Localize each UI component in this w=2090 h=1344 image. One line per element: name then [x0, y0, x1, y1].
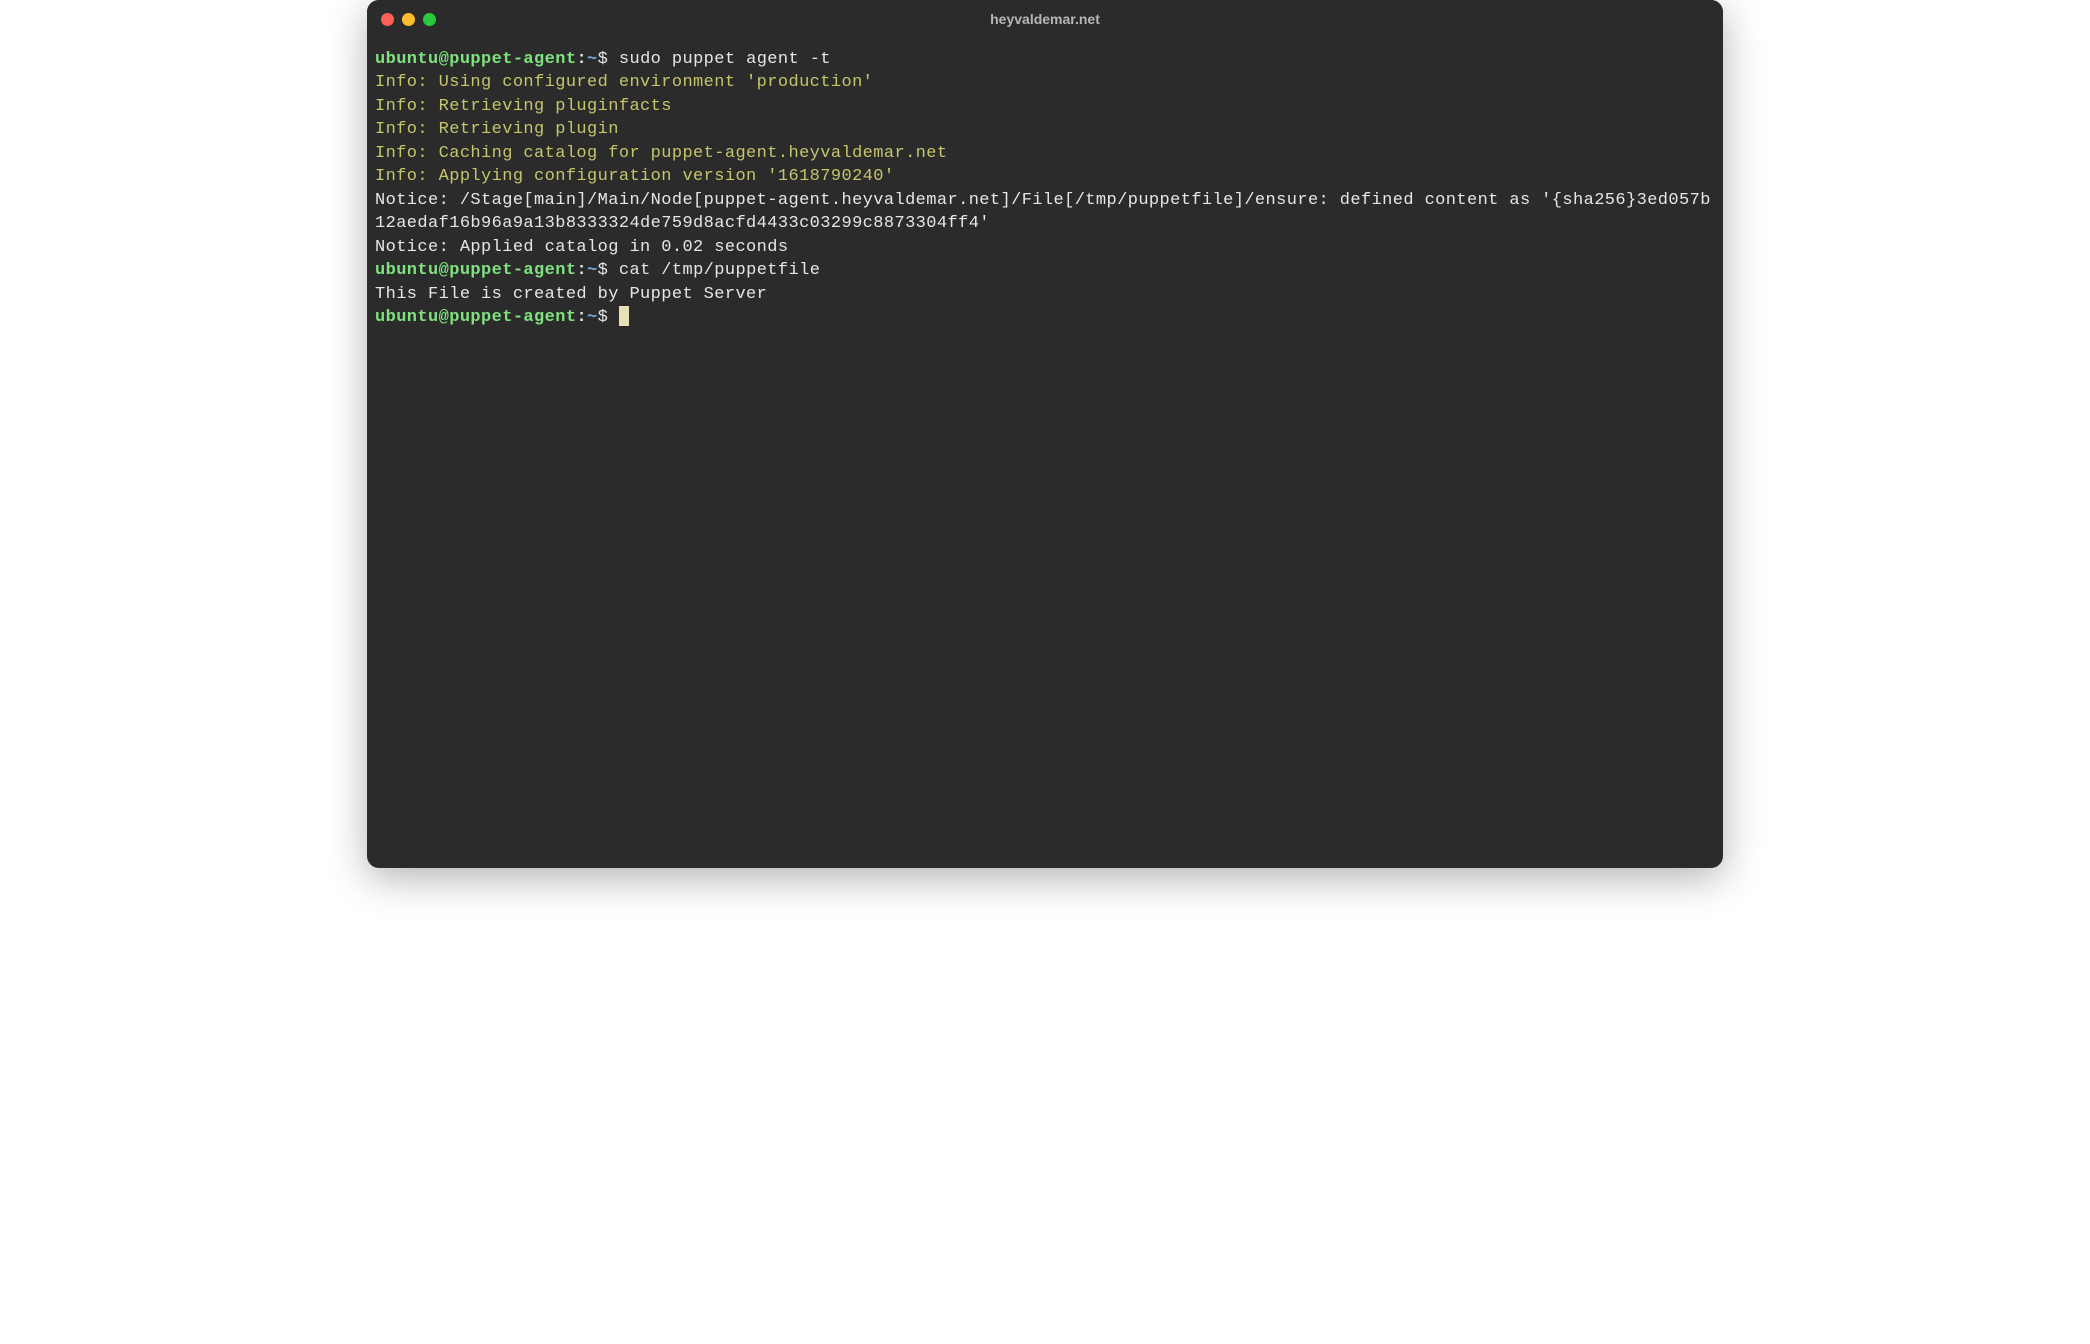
output-line: This File is created by Puppet Server	[375, 285, 767, 304]
notice-line: Notice: /Stage[main]/Main/Node[puppet-ag…	[375, 191, 1711, 233]
info-line: Info: Applying configuration version '16…	[375, 167, 894, 186]
terminal-window: heyvaldemar.net ubuntu@puppet-agent:~$ s…	[367, 0, 1723, 868]
prompt-colon: :	[576, 261, 587, 280]
close-icon[interactable]	[381, 13, 394, 26]
prompt-dollar: $	[598, 50, 609, 69]
prompt-colon: :	[576, 308, 587, 327]
prompt-dollar: $	[598, 308, 609, 327]
info-line: Info: Caching catalog for puppet-agent.h…	[375, 144, 948, 163]
command-text	[608, 308, 619, 327]
prompt-user-host: ubuntu@puppet-agent	[375, 50, 576, 69]
titlebar: heyvaldemar.net	[367, 0, 1723, 38]
prompt-user-host: ubuntu@puppet-agent	[375, 261, 576, 280]
prompt-user-host: ubuntu@puppet-agent	[375, 308, 576, 327]
terminal-line: ubuntu@puppet-agent:~$ sudo puppet agent…	[375, 50, 831, 69]
terminal-line: ubuntu@puppet-agent:~$	[375, 308, 629, 327]
terminal-body[interactable]: ubuntu@puppet-agent:~$ sudo puppet agent…	[367, 38, 1723, 868]
prompt-dollar: $	[598, 261, 609, 280]
minimize-icon[interactable]	[402, 13, 415, 26]
prompt-path: ~	[587, 50, 598, 69]
notice-line: Notice: Applied catalog in 0.02 seconds	[375, 238, 788, 257]
terminal-line: ubuntu@puppet-agent:~$ cat /tmp/puppetfi…	[375, 261, 820, 280]
maximize-icon[interactable]	[423, 13, 436, 26]
command-text: sudo puppet agent -t	[608, 50, 831, 69]
prompt-path: ~	[587, 261, 598, 280]
cursor-icon	[619, 306, 629, 326]
window-title: heyvaldemar.net	[990, 11, 1100, 27]
prompt-path: ~	[587, 308, 598, 327]
info-line: Info: Retrieving plugin	[375, 120, 619, 139]
traffic-lights	[381, 13, 436, 26]
prompt-colon: :	[576, 50, 587, 69]
info-line: Info: Retrieving pluginfacts	[375, 97, 672, 116]
info-line: Info: Using configured environment 'prod…	[375, 73, 873, 92]
command-text: cat /tmp/puppetfile	[608, 261, 820, 280]
